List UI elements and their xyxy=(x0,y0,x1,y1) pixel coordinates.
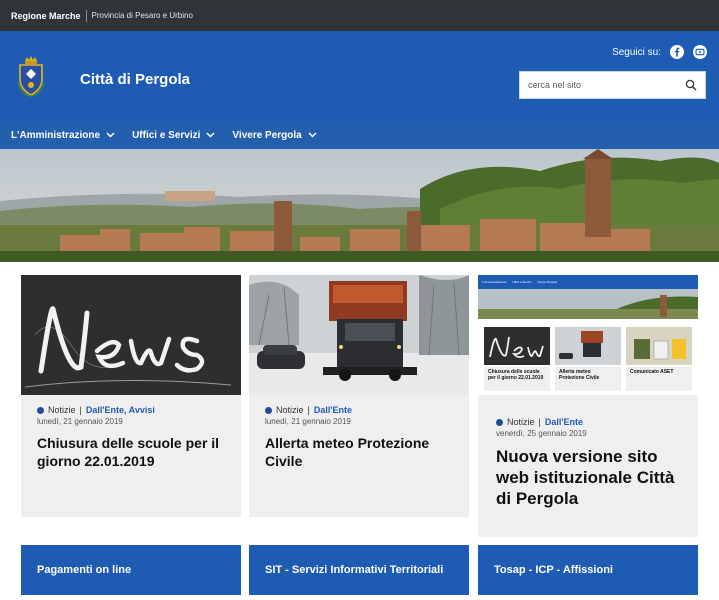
search-icon[interactable] xyxy=(685,79,697,91)
thumb-card-title: Chiusura delle scuole per il giorno 22.0… xyxy=(484,367,550,391)
card-title[interactable]: Allerta meteo Protezione Civile xyxy=(265,434,453,470)
card-date: lunedì, 21 gennaio 2019 xyxy=(37,417,123,426)
search-input[interactable] xyxy=(528,80,685,90)
card-category: Notizie | Dall'Ente, Avvisi xyxy=(37,405,225,415)
tile-tosap-icp-affissioni[interactable]: Tosap - ICP - Affissioni xyxy=(478,545,698,595)
thumb-card-title: Comunicato ASET xyxy=(626,367,692,391)
chevron-down-icon xyxy=(106,132,115,138)
card-category: Notizie | Dall'Ente xyxy=(496,417,682,427)
site-header: Città di Pergola Seguici su: xyxy=(0,31,719,121)
card-body: Notizie | Dall'Ente venerdì, 25 gennaio … xyxy=(478,395,698,521)
category-separator: | xyxy=(79,405,82,415)
category-dot-icon xyxy=(265,406,272,414)
thumb-nav-item: Uffici e Servizi xyxy=(512,280,532,284)
town-crest-logo[interactable] xyxy=(16,55,46,97)
category-label: Notizie xyxy=(507,417,535,427)
nav-item-label: Uffici e Servizi xyxy=(132,129,201,141)
nav-item-label: L'Amministrazione xyxy=(11,129,101,141)
category-separator: | xyxy=(538,417,541,427)
social-label: Seguici su: xyxy=(612,46,661,58)
thumb-hero xyxy=(478,289,698,319)
category-link[interactable]: Dall'Ente, Avvisi xyxy=(86,405,155,415)
website-screenshot-image: L'Amministrazione Uffici e Servizi Viver… xyxy=(478,275,698,395)
topbar-divider xyxy=(85,9,87,22)
tile-label: Tosap - ICP - Affissioni xyxy=(494,564,613,576)
tile-label: SIT - Servizi Informativi Territoriali xyxy=(265,564,444,576)
site-title[interactable]: Città di Pergola xyxy=(80,71,190,88)
thumb-card-image xyxy=(484,327,550,365)
nav-item-uffici-servizi[interactable]: Uffici e Servizi xyxy=(132,130,215,141)
tile-pagamenti-online[interactable]: Pagamenti on line xyxy=(21,545,241,595)
thumb-nav: L'Amministrazione Uffici e Servizi Viver… xyxy=(478,275,698,289)
card-category: Notizie | Dall'Ente xyxy=(265,405,453,415)
card-body: Notizie | Dall'Ente, Avvisi lunedì, 21 g… xyxy=(21,395,241,482)
nav-item-amministrazione[interactable]: L'Amministrazione xyxy=(11,130,115,141)
category-dot-icon xyxy=(496,418,503,426)
social-links: Seguici su: xyxy=(612,45,707,59)
thumb-nav-item: Vivere Pergola xyxy=(537,280,557,284)
chevron-down-icon xyxy=(206,132,215,138)
tile-sit[interactable]: SIT - Servizi Informativi Territoriali xyxy=(249,545,469,595)
chalkboard-news-image xyxy=(21,275,241,395)
category-label: Notizie xyxy=(276,405,304,415)
hero-panorama-image xyxy=(0,149,719,262)
nav-item-label: Vivere Pergola xyxy=(232,129,302,141)
thumb-card-title: Allerta meteo Protezione Civile xyxy=(555,367,621,391)
card-title[interactable]: Chiusura delle scuole per il giorno 22.0… xyxy=(37,434,225,470)
news-card[interactable]: Notizie | Dall'Ente lunedì, 21 gennaio 2… xyxy=(249,275,469,517)
snow-plow-truck-image xyxy=(249,275,469,395)
category-link[interactable]: Dall'Ente xyxy=(545,417,583,427)
category-label: Notizie xyxy=(48,405,76,415)
chevron-down-icon xyxy=(308,132,317,138)
search-box xyxy=(519,71,706,99)
category-separator: | xyxy=(307,405,310,415)
card-date: venerdì, 25 gennaio 2019 xyxy=(496,429,587,438)
card-body: Notizie | Dall'Ente lunedì, 21 gennaio 2… xyxy=(249,395,469,482)
facebook-icon[interactable] xyxy=(670,45,684,59)
category-dot-icon xyxy=(37,406,44,414)
category-link[interactable]: Dall'Ente xyxy=(314,405,352,415)
main-nav: L'Amministrazione Uffici e Servizi Viver… xyxy=(0,121,719,149)
tile-label: Pagamenti on line xyxy=(37,564,132,576)
news-card[interactable]: L'Amministrazione Uffici e Servizi Viver… xyxy=(478,275,698,537)
top-bar: Regione Marche Provincia di Pesaro e Urb… xyxy=(0,0,719,31)
news-card[interactable]: Notizie | Dall'Ente, Avvisi lunedì, 21 g… xyxy=(21,275,241,517)
thumb-nav-item: L'Amministrazione xyxy=(482,280,507,284)
region-link[interactable]: Regione Marche xyxy=(11,11,81,21)
thumb-card-image xyxy=(626,327,692,365)
province-link[interactable]: Provincia di Pesaro e Urbino xyxy=(92,11,193,20)
nav-item-vivere-pergola[interactable]: Vivere Pergola xyxy=(232,129,317,141)
thumb-card-image xyxy=(555,327,621,365)
card-title[interactable]: Nuova versione sito web istituzionale Ci… xyxy=(496,446,682,509)
youtube-icon[interactable] xyxy=(693,45,707,59)
card-date: lunedì, 21 gennaio 2019 xyxy=(265,417,351,426)
